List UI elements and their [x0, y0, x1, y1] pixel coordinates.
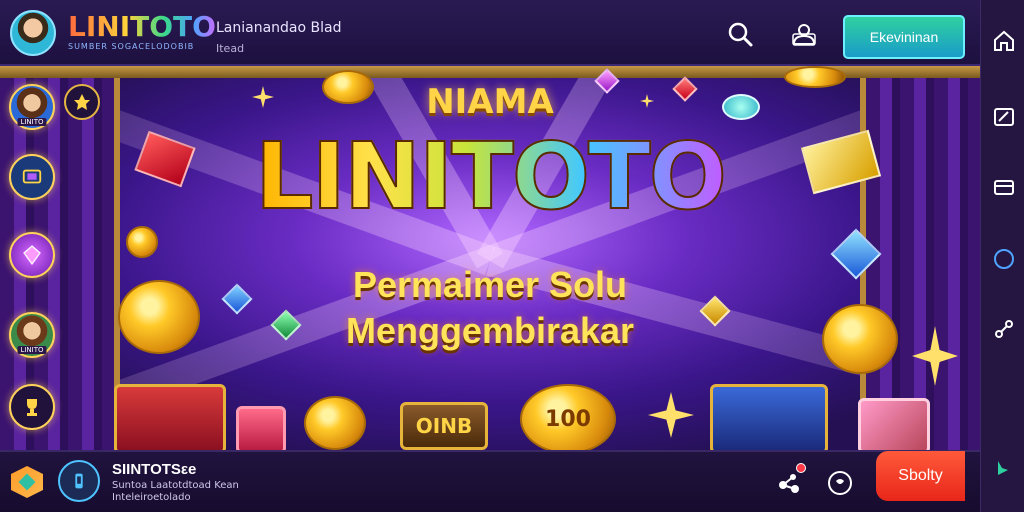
logo-text: LINITOTO	[68, 10, 216, 43]
gold-coin	[304, 396, 366, 450]
top-header: LINITOTO SUMBER SOGACELODOBIB Laniananda…	[0, 0, 980, 66]
hero-banner[interactable]: 100 OINB NIAMA LINITOTO Permaimer Solu M…	[0, 66, 980, 450]
sidebar-tv[interactable]	[9, 154, 55, 200]
footer-line-2: Inteleiroetolado	[112, 492, 191, 503]
brand-logo[interactable]: LINITOTO SUMBER SOGACELODOBIB	[68, 10, 216, 52]
prize-coin: 100	[520, 384, 616, 450]
edit-icon[interactable]	[991, 104, 1017, 130]
search-icon[interactable]	[724, 18, 756, 50]
footer-title: SIINTOTSεe	[112, 461, 197, 478]
pink-chest	[858, 398, 930, 450]
register-button[interactable]: Ekevininan	[843, 15, 965, 59]
sidebar-avatar-2[interactable]: LINITO	[9, 312, 55, 358]
wallet-icon[interactable]	[991, 174, 1017, 200]
vip-badge-icon	[74, 94, 90, 110]
chat-icon[interactable]	[823, 466, 857, 500]
treasure-chest	[114, 384, 226, 450]
banner-headline-1: Permaimer Solu	[352, 264, 628, 305]
avatar-label: LINITO	[17, 118, 47, 126]
coin-chest	[710, 384, 828, 450]
sidebar-avatar-1[interactable]: LINITO	[9, 84, 55, 130]
header-title: Lanianandao Blad	[216, 20, 342, 36]
banner-eyebrow: NIAMA	[426, 82, 554, 122]
sidebar-trophy[interactable]	[9, 384, 55, 430]
home-icon[interactable]	[991, 28, 1017, 54]
sidebar-gem[interactable]	[9, 232, 55, 278]
banner-headline-2: Menggembirakar	[345, 310, 635, 351]
profile-avatar[interactable]	[10, 10, 56, 56]
play-button[interactable]: Sbolty	[876, 451, 965, 501]
banner-brand: LINITOTO	[0, 122, 980, 232]
notification-dot	[796, 463, 806, 473]
right-rail	[980, 0, 1024, 512]
avatar-label: LINITO	[17, 346, 47, 354]
sparkle	[648, 392, 694, 438]
user-icon[interactable]	[788, 18, 820, 50]
app-hex-icon[interactable]	[11, 466, 43, 498]
ruby-pile	[236, 406, 286, 450]
brand-icon[interactable]	[991, 456, 1017, 482]
gem-icon	[23, 245, 41, 266]
trophy-icon	[27, 399, 37, 416]
circle-icon[interactable]	[991, 246, 1017, 272]
banner-brand-text: LINITOTO	[254, 122, 728, 231]
header-subtitle: Itead	[216, 42, 245, 55]
tv-icon	[22, 169, 42, 184]
app-badge[interactable]	[58, 460, 100, 502]
wooden-chest: OINB	[400, 402, 488, 450]
app-badge-icon	[75, 473, 83, 489]
bottom-bar: SIINTOTSεe Suntoa Laatotdtoad Kean Intel…	[0, 450, 980, 512]
link-icon[interactable]	[991, 316, 1017, 342]
logo-tagline: SUMBER SOGACELODOBIB	[68, 42, 195, 51]
footer-line-1: Suntoa Laatotdtoad Kean	[112, 480, 239, 491]
vip-badge[interactable]	[64, 84, 100, 120]
